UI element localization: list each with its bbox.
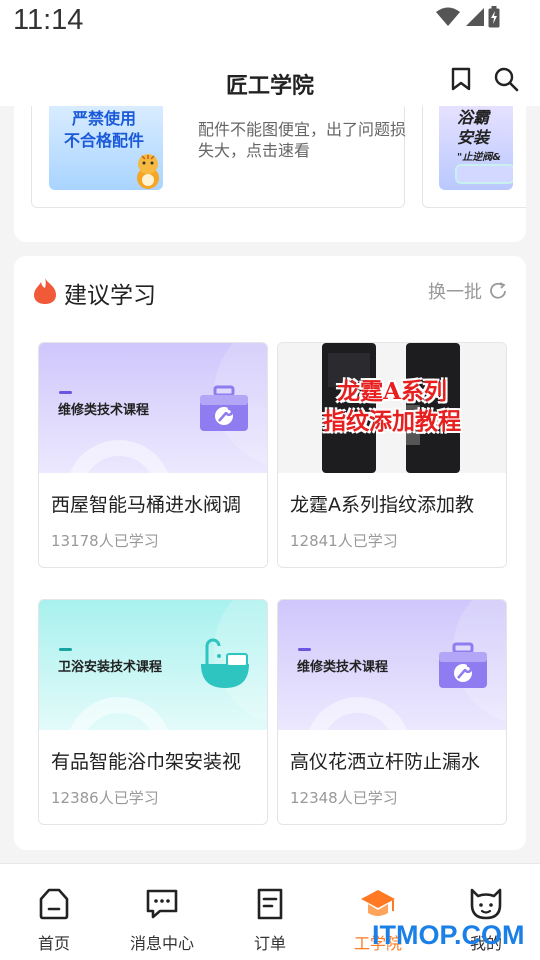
banner-item-parts[interactable]: 严禁使用 不合格配件 配件不能图便宜，出了问题损失大，点击速看 <box>31 106 406 208</box>
bathtub-icon <box>201 638 249 688</box>
bookmark-button[interactable] <box>448 66 474 92</box>
banner-item-bath-heater[interactable]: 浴霸 安装 "止逆阀& <box>422 106 526 208</box>
academy-icon <box>360 886 396 922</box>
cover-label: 维修类技术课程 <box>297 660 389 675</box>
course-cover: 维修类技术课程 <box>278 600 506 730</box>
course-card[interactable]: 卫浴安装技术课程 有品智能浴巾架安装视 12386人已学习 <box>38 599 268 825</box>
course-card[interactable]: 维修类技术课程 高仪花洒立杆防止漏水 12348人已学习 <box>277 599 507 825</box>
course-cover: 龙霆A系列 指纹添加教程 <box>278 343 506 473</box>
bookmark-icon <box>451 67 471 91</box>
top-banner-card: 严禁使用 不合格配件 配件不能图便宜，出了问题损失大，点击速看 浴霸 安装 "止… <box>14 106 526 242</box>
app-header: 匠工学院 <box>0 48 540 106</box>
nav-item-messages[interactable]: 消息中心 <box>108 864 216 960</box>
course-learner-count: 13178人已学习 <box>51 532 159 550</box>
order-icon <box>252 886 288 922</box>
banner2-text-2: 安装 <box>457 128 490 147</box>
banner-image-text-1: 严禁使用 <box>71 109 136 128</box>
banner-image-bath-heater: 浴霸 安装 "止逆阀& <box>439 106 513 190</box>
banner-description: 配件不能图便宜，出了问题损失大，点击速看 <box>198 120 407 160</box>
battery-icon <box>488 6 500 28</box>
toolbox-icon <box>200 385 248 431</box>
cover-title-1: 龙霆A系列 <box>337 378 447 405</box>
cover-label: 卫浴安装技术课程 <box>58 660 163 675</box>
nav-label: 订单 <box>253 934 286 953</box>
status-icons <box>436 6 500 28</box>
search-button[interactable] <box>493 66 519 92</box>
course-card[interactable]: 龙霆A系列 指纹添加教程 龙霆A系列指纹添加教 12841人已学习 <box>277 342 507 568</box>
status-bar: 11:14 <box>0 0 540 48</box>
status-time: 11:14 <box>13 4 84 36</box>
course-learner-count: 12348人已学习 <box>290 789 398 807</box>
course-learner-count: 12841人已学习 <box>290 532 398 550</box>
tiger-mascot-icon <box>137 154 159 189</box>
banner-image-text-2: 不合格配件 <box>63 131 144 150</box>
course-learner-count: 12386人已学习 <box>51 789 159 807</box>
signal-icon <box>466 8 484 26</box>
recommend-section: 建议学习 换一批 维修类技术课程 西屋智能马桶进水阀调 13178人已学习 龙霆… <box>14 256 526 850</box>
refresh-label: 换一批 <box>428 282 482 303</box>
nav-item-orders[interactable]: 订单 <box>216 864 324 960</box>
course-title: 有品智能浴巾架安装视 <box>51 751 242 773</box>
flame-icon <box>34 278 56 304</box>
section-title: 建议学习 <box>64 283 156 309</box>
course-title: 龙霆A系列指纹添加教 <box>290 494 474 516</box>
watermark: ITMOP.COM <box>372 920 525 950</box>
toolbox-icon <box>439 642 487 688</box>
cover-title-2: 指纹添加教程 <box>323 408 461 435</box>
course-cover: 维修类技术课程 <box>39 343 267 473</box>
refresh-icon <box>490 282 506 299</box>
course-cover: 卫浴安装技术课程 <box>39 600 267 730</box>
nav-label: 首页 <box>37 934 70 953</box>
banner-image-parts: 严禁使用 不合格配件 <box>49 106 163 190</box>
cover-label: 维修类技术课程 <box>58 403 150 418</box>
course-title: 高仪花洒立杆防止漏水 <box>290 751 481 773</box>
profile-icon <box>468 886 504 922</box>
banner2-text-3: "止逆阀& <box>457 152 501 163</box>
home-icon <box>36 886 72 922</box>
course-card[interactable]: 维修类技术课程 西屋智能马桶进水阀调 13178人已学习 <box>38 342 268 568</box>
refresh-button[interactable]: 换一批 <box>428 278 508 304</box>
wifi-icon <box>436 7 460 26</box>
message-icon <box>144 886 180 922</box>
nav-label: 消息中心 <box>129 934 194 953</box>
banner2-text-1: 浴霸 <box>457 108 490 127</box>
nav-item-home[interactable]: 首页 <box>0 864 108 960</box>
course-title: 西屋智能马桶进水阀调 <box>51 494 242 516</box>
search-icon <box>494 67 519 92</box>
